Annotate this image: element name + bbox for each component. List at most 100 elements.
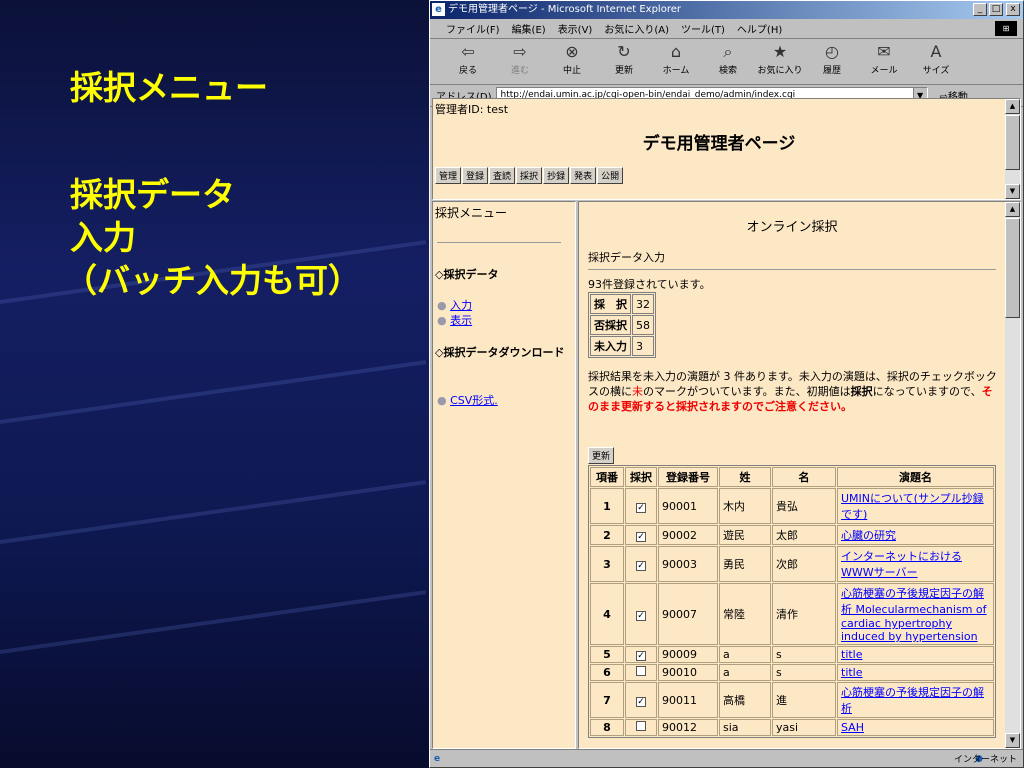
scroll-up-icon[interactable]: ▲ xyxy=(1005,99,1020,114)
back-button[interactable]: ⇦ 戻る xyxy=(442,42,494,77)
row-number: 1 xyxy=(590,488,624,524)
background-stripe xyxy=(0,590,427,654)
scroll-down-icon[interactable]: ▼ xyxy=(1005,184,1020,199)
table-row: 6 90010 a s title xyxy=(590,664,994,681)
submission-title-link[interactable]: 心臓の研究 xyxy=(841,529,896,542)
accept-checkbox[interactable]: ✓ xyxy=(636,531,646,542)
submission-title-link[interactable]: SAH xyxy=(841,721,864,734)
accept-checkbox[interactable] xyxy=(636,721,646,731)
slide-line-batch: （バッチ入力も可） xyxy=(64,261,361,300)
submission-title-link[interactable]: title xyxy=(841,648,863,661)
first-name: s xyxy=(772,664,836,681)
submission-title-link[interactable]: インターネットにおけるWWWサーバー xyxy=(841,550,962,579)
menu-tools[interactable]: ツール(T) xyxy=(681,21,725,36)
last-name: a xyxy=(719,646,771,663)
main-scrollbar[interactable]: ▲ ▼ xyxy=(1005,202,1020,748)
nav-happyou[interactable]: 発表 xyxy=(570,167,597,184)
menu-edit[interactable]: 編集(E) xyxy=(512,21,546,36)
accept-checkbox[interactable]: ✓ xyxy=(636,696,646,707)
update-button[interactable]: 更新 xyxy=(588,447,615,464)
ie-icon: e xyxy=(432,3,445,16)
mail-icon: ✉ xyxy=(877,42,891,61)
main-title: オンライン採択 xyxy=(746,220,838,235)
scroll-down-icon[interactable]: ▼ xyxy=(1005,733,1020,748)
refresh-button[interactable]: ↻ 更新 xyxy=(598,42,650,77)
back-arrow-icon: ⇦ xyxy=(461,42,475,61)
mail-button[interactable]: ✉ メール xyxy=(858,42,910,77)
last-name: 勇民 xyxy=(719,546,771,582)
submission-title-link[interactable]: UMINについて(サンプル抄録です) xyxy=(841,492,984,521)
link-input[interactable]: 入力 xyxy=(450,299,472,312)
menu-favorites[interactable]: お気に入り(A) xyxy=(604,21,669,36)
forward-arrow-icon: ⇨ xyxy=(513,42,527,61)
submission-title-link[interactable]: 心筋梗塞の予後規定因子の解析 xyxy=(841,686,984,715)
accept-cell: ✓ xyxy=(625,583,657,645)
row-number: 8 xyxy=(590,719,624,736)
nav-touroku[interactable]: 登録 xyxy=(462,167,489,184)
nav-kanri[interactable]: 管理 xyxy=(435,167,462,184)
first-name: 次郎 xyxy=(772,546,836,582)
first-name: 太郎 xyxy=(772,525,836,545)
accept-cell xyxy=(625,719,657,736)
font-size-button[interactable]: A サイズ xyxy=(910,43,962,77)
title-cell: 心臓の研究 xyxy=(837,525,994,545)
accept-checkbox[interactable]: ✓ xyxy=(636,651,646,661)
nav-shouroku[interactable]: 抄録 xyxy=(543,167,570,184)
accept-cell: ✓ xyxy=(625,682,657,718)
nav-satoku[interactable]: 査読 xyxy=(489,167,516,184)
minimize-button[interactable]: _ xyxy=(973,3,987,16)
row-number: 5 xyxy=(590,646,624,663)
accept-cell: ✓ xyxy=(625,488,657,524)
forward-button[interactable]: ⇨ 進む xyxy=(494,42,546,77)
first-name: yasi xyxy=(772,719,836,736)
row-number: 4 xyxy=(590,583,624,645)
browser-window: e デモ用管理者ページ - Microsoft Internet Explore… xyxy=(429,0,1024,768)
home-button[interactable]: ⌂ ホーム xyxy=(650,42,702,77)
menu-help[interactable]: ヘルプ(H) xyxy=(737,21,782,36)
favorites-icon: ★ xyxy=(772,42,788,61)
close-button[interactable]: x xyxy=(1006,3,1020,16)
table-row: 5 ✓ 90009 a s title xyxy=(590,646,994,663)
stop-button[interactable]: ⊗ 中止 xyxy=(546,43,598,77)
history-button[interactable]: ◴ 履歴 xyxy=(806,43,858,77)
top-scrollbar[interactable]: ▲ ▼ xyxy=(1005,99,1020,199)
nav-koukai[interactable]: 公開 xyxy=(597,167,624,184)
table-row: 2 ✓ 90002 遊民 太郎 心臓の研究 xyxy=(590,525,994,545)
menu-view[interactable]: 表示(V) xyxy=(558,21,593,36)
home-icon: ⌂ xyxy=(670,42,682,61)
registration-id: 90012 xyxy=(658,719,718,736)
submission-title-link[interactable]: title xyxy=(841,666,863,679)
bullet-icon: ● xyxy=(437,314,451,327)
page-title: デモ用管理者ページ xyxy=(642,134,796,154)
top-nav: 管理 登録 査読 採択 抄録 発表 公開 xyxy=(435,167,624,184)
maximize-button[interactable]: □ xyxy=(989,3,1003,16)
table-row: 4 ✓ 90007 常陸 清作 心筋梗塞の予後規定因子の解析 Molecularmecha… xyxy=(590,583,994,645)
link-csv[interactable]: CSV形式. xyxy=(450,394,498,407)
count-row: 否採択 58 xyxy=(590,315,654,335)
submissions-table: 項番 採択 登録番号 姓 名 演題名 1 ✓ 90001 木内 貴弘 UMINについて(サ… xyxy=(588,465,996,738)
registration-id: 90010 xyxy=(658,664,718,681)
link-display[interactable]: 表示 xyxy=(450,314,472,327)
scroll-up-icon[interactable]: ▲ xyxy=(1005,202,1020,217)
nav-saitaku[interactable]: 採択 xyxy=(516,167,543,184)
accept-checkbox[interactable]: ✓ xyxy=(636,502,646,513)
accept-checkbox[interactable] xyxy=(636,666,646,676)
favorites-button[interactable]: ★ お気に入り xyxy=(754,42,806,77)
window-title: デモ用管理者ページ - Microsoft Internet Explorer xyxy=(448,4,681,15)
first-name: 貴弘 xyxy=(772,488,836,524)
left-frame: 採択メニュー ◇採択データ ● 入力 ● 表示 ◇採択データダウンロード ● C… xyxy=(432,201,576,749)
menu-file[interactable]: ファイル(F) xyxy=(446,21,500,36)
left-title: 採択メニュー xyxy=(435,206,508,220)
table-header: 項番 採択 登録番号 姓 名 演題名 xyxy=(590,467,994,487)
registration-id: 90007 xyxy=(658,583,718,645)
accept-checkbox[interactable]: ✓ xyxy=(636,610,646,621)
accept-checkbox[interactable]: ✓ xyxy=(636,560,646,571)
refresh-icon: ↻ xyxy=(617,42,631,61)
slide-line-input: 入力 xyxy=(70,218,136,257)
row-number: 2 xyxy=(590,525,624,545)
row-number: 6 xyxy=(590,664,624,681)
search-button[interactable]: ⌕ 検索 xyxy=(702,43,754,77)
submission-title-link[interactable]: 心筋梗塞の予後規定因子の解析 Molecularmechanism of car… xyxy=(841,587,987,643)
accept-cell: ✓ xyxy=(625,525,657,545)
accept-cell xyxy=(625,664,657,681)
